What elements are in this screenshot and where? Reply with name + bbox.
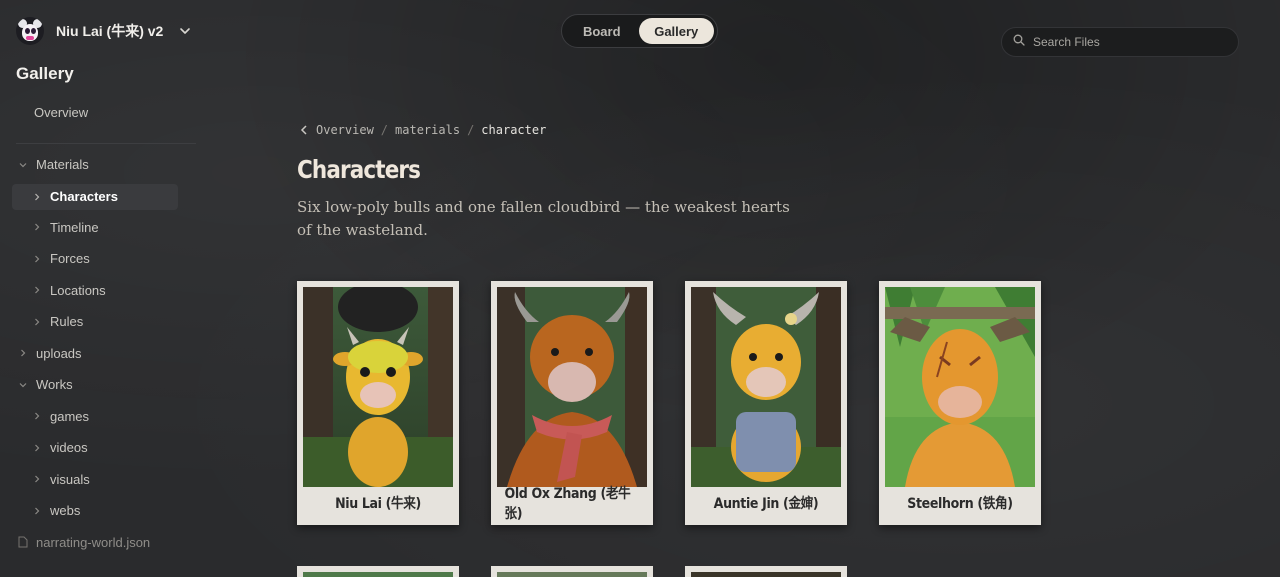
- search-box: [1001, 27, 1239, 57]
- card-title: Niu Lai (牛来): [335, 496, 421, 512]
- sidebar-item-rules[interactable]: Rules: [12, 306, 198, 338]
- sidebar: Niu Lai (牛来) v2 Gallery Overview Materia…: [0, 0, 200, 577]
- old-ox-scarf-portrait-icon: [497, 287, 647, 487]
- chevron-right-icon[interactable]: [32, 506, 42, 516]
- sidebar-item-label: Materials: [36, 157, 89, 173]
- workspace-switcher[interactable]: Niu Lai (牛来) v2: [16, 17, 191, 45]
- page-title: Characters: [297, 155, 421, 184]
- breadcrumb-separator: /: [380, 123, 389, 137]
- breadcrumb-separator: /: [467, 123, 475, 137]
- sidebar-item-label: Rules: [50, 314, 84, 330]
- chevron-right-icon[interactable]: [32, 317, 42, 327]
- chevron-right-icon[interactable]: [32, 192, 42, 202]
- chevron-left-icon[interactable]: [300, 125, 308, 135]
- chevron-down-icon[interactable]: [179, 25, 191, 37]
- breadcrumb-overview[interactable]: Overview: [316, 123, 374, 137]
- sidebar-overview-link[interactable]: Overview: [34, 105, 88, 120]
- sidebar-item-label: Characters: [50, 189, 118, 204]
- chevron-down-icon[interactable]: [18, 160, 28, 170]
- card-title: Auntie Jin (金婶): [713, 496, 819, 512]
- sidebar-file-item[interactable]: narrating-world.json: [12, 527, 198, 559]
- yellow-calf-portrait-icon: [303, 287, 453, 487]
- sidebar-item-timeline[interactable]: Timeline: [12, 212, 198, 244]
- character-card-partial[interactable]: [491, 566, 653, 577]
- chevron-right-icon[interactable]: [32, 254, 42, 264]
- portrait-thumbnail: [303, 572, 453, 577]
- chevron-down-icon[interactable]: [18, 380, 28, 390]
- character-card-partial[interactable]: [297, 566, 459, 577]
- character-card[interactable]: Niu Lai (牛来): [297, 281, 459, 525]
- sidebar-item-characters[interactable]: Characters: [12, 183, 178, 210]
- sidebar-item-visuals[interactable]: visuals: [12, 464, 198, 496]
- card-title: Steelhorn (铁角): [907, 496, 1013, 512]
- sidebar-item-label: visuals: [50, 471, 90, 487]
- search-icon: [1013, 33, 1025, 51]
- auntie-overalls-portrait-icon: [691, 287, 841, 487]
- sidebar-item-forces[interactable]: Forces: [12, 243, 198, 275]
- chevron-right-icon[interactable]: [32, 285, 42, 295]
- sidebar-item-label: Works: [36, 377, 73, 393]
- workspace-name: Niu Lai (牛来) v2: [56, 23, 164, 39]
- file-icon: [18, 536, 28, 548]
- sidebar-item-label: uploads: [36, 345, 82, 361]
- workspace-avatar-icon: [16, 17, 44, 45]
- page-description: Six low-poly bulls and one fallen cloudb…: [297, 198, 790, 239]
- portrait-thumbnail: [691, 572, 841, 577]
- chevron-right-icon[interactable]: [32, 411, 42, 421]
- sidebar-item-label: Forces: [50, 251, 90, 267]
- chevron-right-icon[interactable]: [32, 474, 42, 484]
- sidebar-item-works[interactable]: Works: [12, 369, 198, 401]
- character-card[interactable]: Steelhorn (铁角): [879, 281, 1041, 525]
- chevron-right-icon[interactable]: [32, 443, 42, 453]
- chevron-right-icon[interactable]: [32, 222, 42, 232]
- sidebar-divider: [16, 143, 196, 144]
- character-card[interactable]: Auntie Jin (金婶): [685, 281, 847, 525]
- breadcrumb: Overview / materials / character: [300, 123, 546, 137]
- gallery-view-button[interactable]: Gallery: [638, 18, 714, 44]
- sidebar-item-label: Timeline: [50, 219, 99, 235]
- character-card[interactable]: Old Ox Zhang (老牛张): [491, 281, 653, 525]
- sidebar-item-locations[interactable]: Locations: [12, 275, 198, 307]
- sidebar-section-title: Gallery: [16, 64, 74, 83]
- board-view-button[interactable]: Board: [565, 18, 639, 44]
- sidebar-item-materials[interactable]: Materials: [12, 149, 198, 181]
- portrait-thumbnail: [497, 572, 647, 577]
- sidebar-item-label: videos: [50, 440, 88, 456]
- sidebar-item-videos[interactable]: videos: [12, 432, 198, 464]
- view-toggle: Board Gallery: [561, 14, 718, 48]
- sidebar-file-label: narrating-world.json: [36, 534, 151, 550]
- sidebar-item-label: Locations: [50, 282, 106, 298]
- card-title: Old Ox Zhang (老牛张): [504, 486, 631, 522]
- sidebar-item-uploads[interactable]: uploads: [12, 338, 198, 370]
- character-card-partial[interactable]: [685, 566, 847, 577]
- sidebar-tree: Materials Characters Timeline Forces Loc…: [12, 149, 198, 558]
- breadcrumb-materials[interactable]: materials: [395, 123, 460, 137]
- chevron-right-icon[interactable]: [18, 348, 28, 358]
- sidebar-item-games[interactable]: games: [12, 401, 198, 433]
- sidebar-item-webs[interactable]: webs: [12, 495, 198, 527]
- search-input[interactable]: [1033, 35, 1223, 49]
- breadcrumb-current: character: [481, 123, 547, 137]
- scarred-bull-portrait-icon: [885, 287, 1035, 487]
- sidebar-item-label: games: [50, 408, 90, 424]
- sidebar-item-label: webs: [50, 503, 81, 519]
